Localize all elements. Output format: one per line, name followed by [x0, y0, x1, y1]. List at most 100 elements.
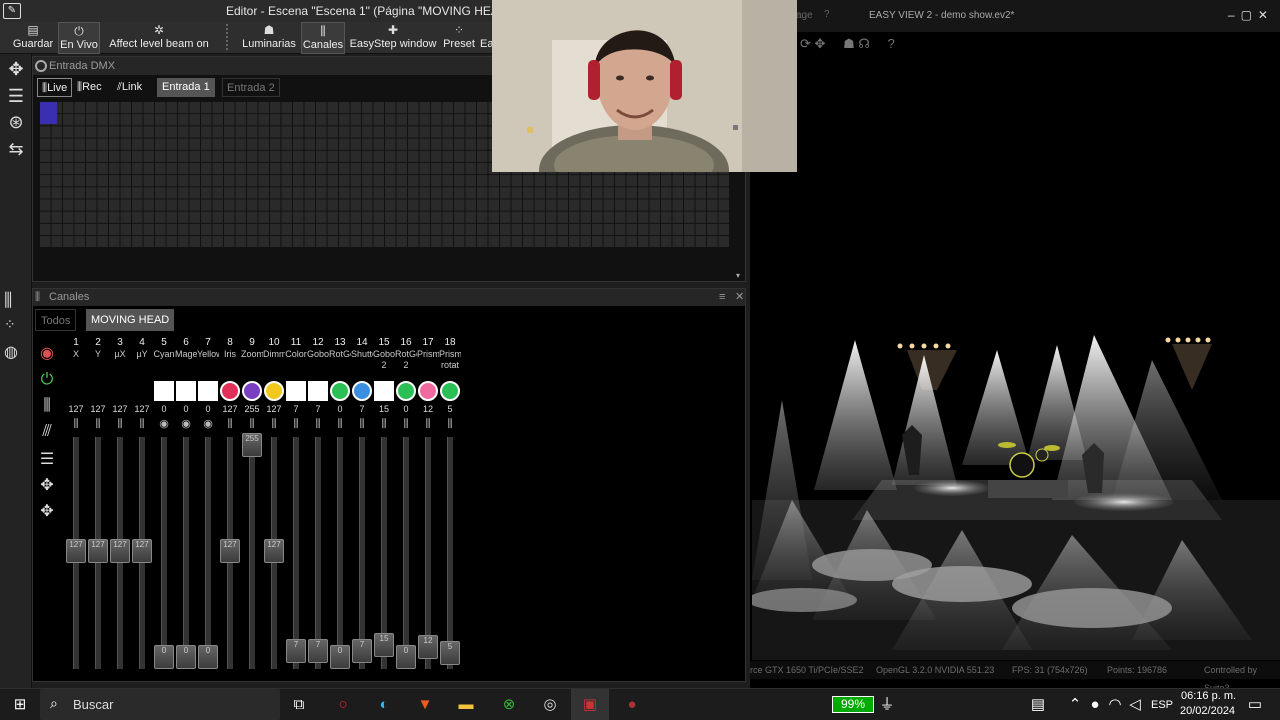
- list-icon[interactable]: ☰: [4, 85, 28, 107]
- live-button[interactable]: ⏻ En Vivo: [58, 22, 100, 54]
- channel-swatch[interactable]: [374, 381, 394, 401]
- fader-knob[interactable]: 7: [352, 639, 372, 664]
- volume-icon[interactable]: ◁: [1124, 695, 1146, 715]
- fader-knob[interactable]: 7: [286, 639, 306, 664]
- fader-knob[interactable]: 127: [264, 539, 284, 564]
- dots-icon[interactable]: ⁘: [4, 316, 28, 338]
- fader-mode-icon[interactable]: ◉: [200, 417, 216, 431]
- fader-mode-icon[interactable]: ⫼: [112, 417, 128, 431]
- fader-knob[interactable]: 0: [396, 645, 416, 669]
- channel-swatch[interactable]: [242, 381, 262, 401]
- stage-3d-view[interactable]: [752, 60, 1280, 660]
- fader-mode-icon[interactable]: ⫼: [420, 417, 436, 431]
- channel-swatch[interactable]: [330, 381, 350, 401]
- fader-mode-icon[interactable]: ⫼: [442, 417, 458, 431]
- live-toggle[interactable]: ⫼Live: [37, 78, 73, 97]
- app-icon-2[interactable]: ●: [621, 695, 643, 715]
- clock-date[interactable]: 20/02/2024: [1180, 705, 1235, 717]
- fader-mode-icon[interactable]: ⫼: [288, 417, 304, 431]
- xbox-icon[interactable]: ⊗: [498, 695, 520, 715]
- fader-knob[interactable]: 255: [242, 433, 262, 457]
- fader-mode-icon[interactable]: ⫼: [244, 417, 260, 431]
- fader-track[interactable]: [205, 437, 211, 669]
- channel-swatch[interactable]: [286, 381, 306, 401]
- window-controls[interactable]: –▢✕: [1228, 8, 1274, 22]
- fader-knob[interactable]: 5: [440, 640, 460, 665]
- rotate-icon[interactable]: ⟳: [800, 36, 811, 51]
- fader-knob[interactable]: 0: [154, 645, 174, 669]
- fader-mode-icon[interactable]: ⫼: [376, 417, 392, 431]
- channel-swatch[interactable]: [176, 381, 196, 401]
- film-reel-icon[interactable]: ⊛: [4, 111, 28, 133]
- help-icon[interactable]: ?: [824, 9, 830, 20]
- fader-mode-icon[interactable]: ⫼: [332, 417, 348, 431]
- tab-moving-head[interactable]: MOVING HEAD: [86, 309, 175, 331]
- faders-icon[interactable]: ⫼: [4, 290, 28, 312]
- fader-track[interactable]: [161, 437, 167, 669]
- notifications-icon[interactable]: ▭: [1244, 695, 1266, 715]
- brave-icon[interactable]: ▼: [414, 695, 436, 715]
- tab-entrada-2[interactable]: Entrada 2: [222, 78, 280, 97]
- microphone-icon[interactable]: ●: [1084, 695, 1106, 715]
- file-explorer-icon[interactable]: ▬: [455, 695, 477, 715]
- app-icon[interactable]: ◎: [539, 695, 561, 715]
- windows-start-icon[interactable]: ⊞: [9, 695, 31, 715]
- channels-button[interactable]: ⫼ Canales: [301, 22, 345, 54]
- fader-track[interactable]: [315, 437, 321, 669]
- fader-mode-icon[interactable]: ⫼: [134, 417, 150, 431]
- fader-knob[interactable]: 0: [198, 645, 218, 669]
- channel-swatch[interactable]: [308, 381, 328, 401]
- tab-todos[interactable]: Todos: [35, 309, 77, 331]
- channel-swatch[interactable]: [352, 381, 372, 401]
- help-circle-icon[interactable]: ?: [888, 36, 895, 51]
- fader-track[interactable]: [359, 437, 365, 669]
- preset-button[interactable]: ⁘ Preset: [441, 22, 477, 54]
- save-button[interactable]: ▤ Guardar: [10, 22, 56, 54]
- channel-swatch[interactable]: [154, 381, 174, 401]
- news-icon[interactable]: ▤: [1027, 695, 1049, 715]
- fader-mode-icon[interactable]: ⫼: [90, 417, 106, 431]
- opera-icon[interactable]: ○: [332, 695, 354, 715]
- channel-swatch[interactable]: [396, 381, 416, 401]
- fader-knob[interactable]: 0: [330, 645, 350, 669]
- affect-level-beam-button[interactable]: ✲ Affect level beam on: [104, 22, 214, 54]
- move-alt-icon[interactable]: ✥: [35, 501, 59, 523]
- channel-swatch[interactable]: [418, 381, 438, 401]
- chevron-up-icon[interactable]: ⌃: [1064, 695, 1086, 715]
- channel-swatch[interactable]: [264, 381, 284, 401]
- menu-icon[interactable]: ≡: [719, 289, 725, 306]
- fader-track[interactable]: [249, 437, 255, 669]
- faders-icon[interactable]: ⫼: [35, 395, 59, 417]
- rec-toggle[interactable]: ⫼Rec: [73, 78, 106, 97]
- fader-knob[interactable]: 127: [66, 539, 86, 564]
- link-toggle[interactable]: ⫽Link: [113, 78, 146, 97]
- task-view-icon[interactable]: ⧉: [288, 695, 310, 715]
- palette-icon[interactable]: ◍: [4, 342, 28, 364]
- fader-track[interactable]: [447, 437, 453, 669]
- easy-button[interactable]: Ea: [480, 22, 492, 54]
- fader-knob[interactable]: 127: [132, 539, 152, 564]
- menu-fragment[interactable]: age: [796, 10, 813, 21]
- power-icon[interactable]: ⏻: [35, 369, 59, 391]
- fixtures-button[interactable]: ☗ Luminarias: [240, 22, 298, 54]
- move-icon[interactable]: ✥: [815, 36, 826, 51]
- fader-mode-icon[interactable]: ⫼: [398, 417, 414, 431]
- scroll-down-icon[interactable]: ▾: [736, 271, 740, 280]
- fader-mode-icon[interactable]: ⫼: [222, 417, 238, 431]
- fader-knob[interactable]: 127: [220, 539, 240, 564]
- swap-arrows-icon[interactable]: ⇆: [4, 138, 28, 160]
- wifi-icon[interactable]: ◠: [1104, 695, 1126, 715]
- language-indicator[interactable]: ESP: [1151, 699, 1173, 711]
- easystep-button[interactable]: ✚ EasyStep window: [348, 22, 438, 54]
- fader-track[interactable]: [403, 437, 409, 669]
- highlight-icon[interactable]: ◉: [35, 343, 59, 365]
- fader-knob[interactable]: 0: [176, 645, 196, 669]
- search-box[interactable]: ⌕ Buscar: [40, 689, 280, 720]
- clock-time[interactable]: 06:16 p. m.: [1181, 690, 1236, 702]
- easy-app-icon[interactable]: ▣: [579, 695, 601, 715]
- fader-mode-icon[interactable]: ◉: [156, 417, 172, 431]
- headphones-icon[interactable]: ☊: [858, 36, 870, 51]
- edge-icon[interactable]: ◐: [373, 695, 395, 715]
- fader-mode-icon[interactable]: ⫼: [354, 417, 370, 431]
- channel-swatch[interactable]: [220, 381, 240, 401]
